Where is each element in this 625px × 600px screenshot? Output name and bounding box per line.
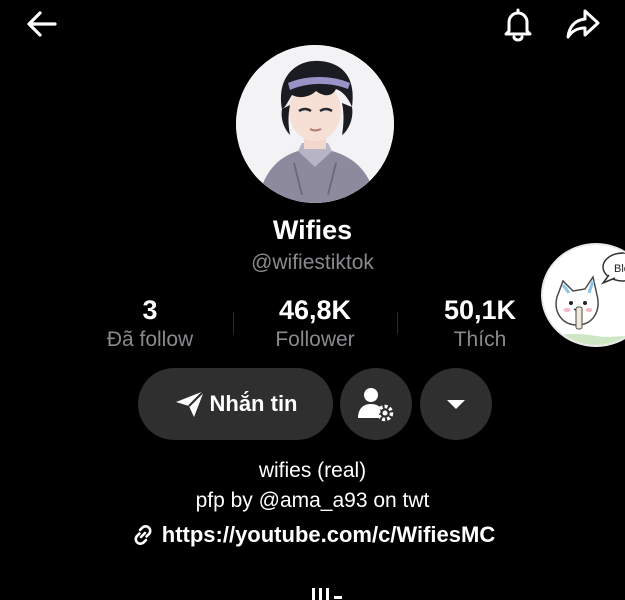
message-button[interactable]: Nhắn tin: [138, 368, 333, 440]
notifications-button[interactable]: [500, 6, 536, 42]
stat-followers[interactable]: 46,8K Follower: [235, 294, 395, 353]
stat-following-label: Đã follow: [106, 328, 194, 351]
bio-line-2: pfp by @ama_a93 on twt: [195, 489, 430, 512]
bio-link[interactable]: https://youtube.com/c/WifiesMC: [0, 522, 625, 548]
back-button[interactable]: [24, 6, 60, 42]
stat-likes-label: Thích: [453, 328, 507, 351]
link-icon: [134, 525, 152, 545]
send-icon: [175, 390, 205, 417]
add-friend-button[interactable]: [340, 368, 412, 440]
stat-divider: [397, 312, 398, 334]
display-name: Wifies: [272, 215, 353, 245]
back-arrow-icon: [27, 11, 57, 37]
avatar-illustration: [236, 45, 394, 203]
caret-down-icon: [447, 400, 465, 409]
message-button-label: Nhắn tin: [209, 391, 298, 416]
more-options-button[interactable]: [420, 368, 492, 440]
stat-following-value: 3: [142, 295, 158, 325]
username: @wifiestiktok: [251, 251, 374, 274]
stat-likes[interactable]: 50,1K Thích: [400, 294, 560, 353]
stat-following[interactable]: 3 Đã follow: [70, 294, 230, 353]
profile-avatar[interactable]: [236, 45, 394, 203]
user-settings-icon: [358, 388, 394, 422]
stat-followers-label: Follower: [275, 328, 355, 351]
stat-followers-value: 46,8K: [278, 295, 352, 325]
share-button[interactable]: [565, 6, 601, 42]
stat-likes-value: 50,1K: [443, 295, 517, 325]
bio-link-text: https://youtube.com/c/WifiesMC: [161, 522, 496, 547]
share-arrow-icon: [566, 9, 600, 39]
bell-icon: [504, 8, 532, 42]
grid-tab-icon[interactable]: [300, 586, 350, 600]
bio-line-1: wifies (real): [258, 459, 367, 482]
stat-divider: [233, 312, 234, 334]
